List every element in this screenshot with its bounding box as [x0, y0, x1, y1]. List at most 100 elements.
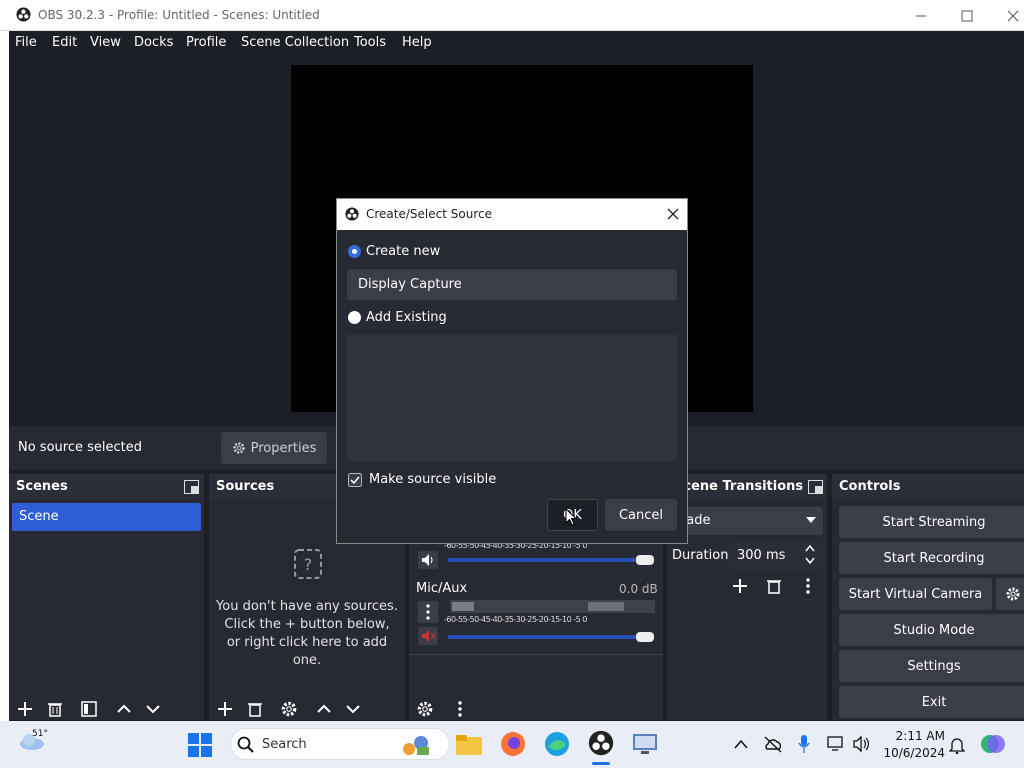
gear-icon[interactable] — [280, 700, 298, 718]
virtual-camera-settings-button[interactable] — [996, 578, 1024, 610]
scenes-footer — [9, 697, 204, 721]
obs-taskbar-icon[interactable] — [588, 730, 614, 756]
kebab-menu-icon[interactable] — [799, 577, 817, 595]
mixer-settings-icon[interactable] — [416, 700, 434, 718]
add-scene-icon[interactable] — [16, 700, 34, 718]
chevron-up-icon[interactable] — [734, 739, 748, 749]
start-recording-button[interactable]: Start Recording — [839, 542, 1024, 574]
duration-spinbox[interactable]: 300 ms — [729, 542, 823, 570]
notification-bell-icon[interactable] — [949, 736, 965, 754]
mic-meter-peak — [588, 602, 624, 611]
scene-list-item[interactable]: Scene — [12, 503, 201, 531]
mic-volume-handle[interactable] — [636, 632, 654, 642]
obs-logo-icon — [16, 7, 31, 22]
menu-bar: File Edit View Docks Profile Scene Colle… — [0, 31, 1024, 56]
mic-meter — [450, 600, 655, 613]
edge-icon[interactable] — [544, 731, 570, 757]
maximize-button[interactable] — [944, 0, 990, 31]
source-name-input[interactable]: Display Capture — [347, 269, 677, 300]
gear-icon — [1005, 586, 1021, 602]
windows-start-icon[interactable] — [188, 733, 212, 757]
mic-meter-fill — [452, 602, 474, 611]
speaker-icon[interactable] — [418, 551, 438, 569]
create-new-label[interactable]: Create new — [366, 244, 440, 259]
scenes-header: Scenes — [9, 474, 204, 500]
search-icon — [237, 736, 255, 754]
search-placeholder: Search — [262, 737, 307, 752]
mic-options-icon[interactable] — [418, 601, 438, 623]
no-sources-line-3: or right click here to add one. — [226, 635, 388, 668]
copilot-icon[interactable] — [980, 732, 1006, 756]
menu-help[interactable]: Help — [402, 35, 432, 50]
chevron-down-icon[interactable] — [144, 700, 162, 718]
microphone-icon[interactable] — [797, 734, 811, 754]
spin-up-icon[interactable] — [805, 544, 815, 552]
dialog-title-bar: Create/Select Source — [337, 199, 687, 230]
title-bar: OBS 30.2.3 - Profile: Untitled - Scenes:… — [0, 0, 1024, 31]
existing-sources-list[interactable] — [347, 334, 677, 461]
make-visible-label[interactable]: Make source visible — [369, 472, 496, 487]
add-transition-icon[interactable] — [731, 577, 749, 595]
network-icon[interactable] — [827, 735, 847, 753]
window-title: OBS 30.2.3 - Profile: Untitled - Scenes:… — [38, 8, 320, 22]
no-sources-line-2: Click the + button below, — [224, 617, 390, 632]
menu-view[interactable]: View — [90, 35, 121, 50]
settings-button[interactable]: Settings — [839, 650, 1024, 682]
file-explorer-icon[interactable] — [456, 733, 482, 755]
properties-button[interactable]: Properties — [221, 432, 327, 464]
mute-icon[interactable] — [418, 627, 438, 645]
menu-tools[interactable]: Tools — [354, 35, 386, 50]
chevron-up-icon[interactable] — [115, 700, 133, 718]
duration-label: Duration — [672, 548, 729, 563]
menu-edit[interactable]: Edit — [52, 35, 77, 50]
menu-docks[interactable]: Docks — [134, 35, 173, 50]
desktop-volume-slider[interactable] — [448, 558, 638, 562]
create-select-source-dialog: Create/Select Source Create new Display … — [336, 198, 688, 544]
chevron-up-icon[interactable] — [315, 700, 333, 718]
menu-file[interactable]: File — [15, 35, 37, 50]
close-window-button[interactable] — [990, 0, 1024, 31]
menu-scene-collection[interactable]: Scene Collection — [241, 35, 349, 50]
remote-desktop-icon[interactable] — [632, 732, 658, 756]
add-source-icon[interactable] — [216, 700, 234, 718]
chevron-down-icon[interactable] — [344, 700, 362, 718]
studio-mode-button[interactable]: Studio Mode — [839, 614, 1024, 646]
close-icon[interactable] — [667, 208, 679, 220]
mic-volume-slider[interactable] — [448, 635, 638, 639]
undock-icon[interactable] — [184, 480, 199, 494]
weather-temp: 51° — [32, 729, 48, 739]
menu-profile[interactable]: Profile — [186, 35, 226, 50]
exit-button[interactable]: Exit — [839, 686, 1024, 718]
minimize-button[interactable] — [898, 0, 944, 31]
clock-time: 2:11 AM — [895, 729, 945, 743]
trash-icon[interactable] — [246, 700, 264, 718]
duration-value: 300 ms — [737, 548, 786, 563]
undock-icon[interactable] — [808, 480, 823, 494]
add-existing-radio[interactable] — [348, 311, 361, 324]
mixer-divider — [409, 654, 663, 655]
kebab-menu-icon[interactable] — [451, 700, 469, 718]
create-new-radio[interactable] — [348, 245, 361, 258]
start-virtual-camera-button[interactable]: Start Virtual Camera — [839, 578, 992, 610]
obs-logo-icon — [345, 207, 359, 221]
checkbox-checked-icon[interactable] — [348, 473, 362, 487]
scene-filters-icon[interactable] — [80, 700, 98, 718]
dropdown-arrow-icon — [806, 517, 816, 524]
no-sources-message: You don't have any sources. Click the + … — [212, 598, 402, 670]
cancel-button[interactable]: Cancel — [605, 499, 677, 531]
cloud-offline-icon[interactable] — [763, 735, 783, 753]
trash-icon[interactable] — [46, 700, 64, 718]
taskbar-search-box[interactable]: Search — [230, 728, 450, 760]
start-streaming-button[interactable]: Start Streaming — [839, 506, 1024, 538]
transitions-header: Scene Transitions — [667, 474, 827, 500]
transition-select[interactable]: Fade — [672, 507, 823, 535]
spin-down-icon[interactable] — [805, 557, 815, 565]
firefox-icon[interactable] — [500, 731, 526, 757]
transitions-title: Scene Transitions — [674, 479, 804, 494]
trash-icon[interactable] — [765, 577, 783, 595]
desktop-volume-handle[interactable] — [636, 555, 654, 565]
volume-icon[interactable] — [852, 735, 872, 753]
controls-header: Controls — [832, 474, 1024, 500]
add-existing-label[interactable]: Add Existing — [366, 310, 447, 325]
mouse-cursor-icon — [565, 508, 577, 526]
